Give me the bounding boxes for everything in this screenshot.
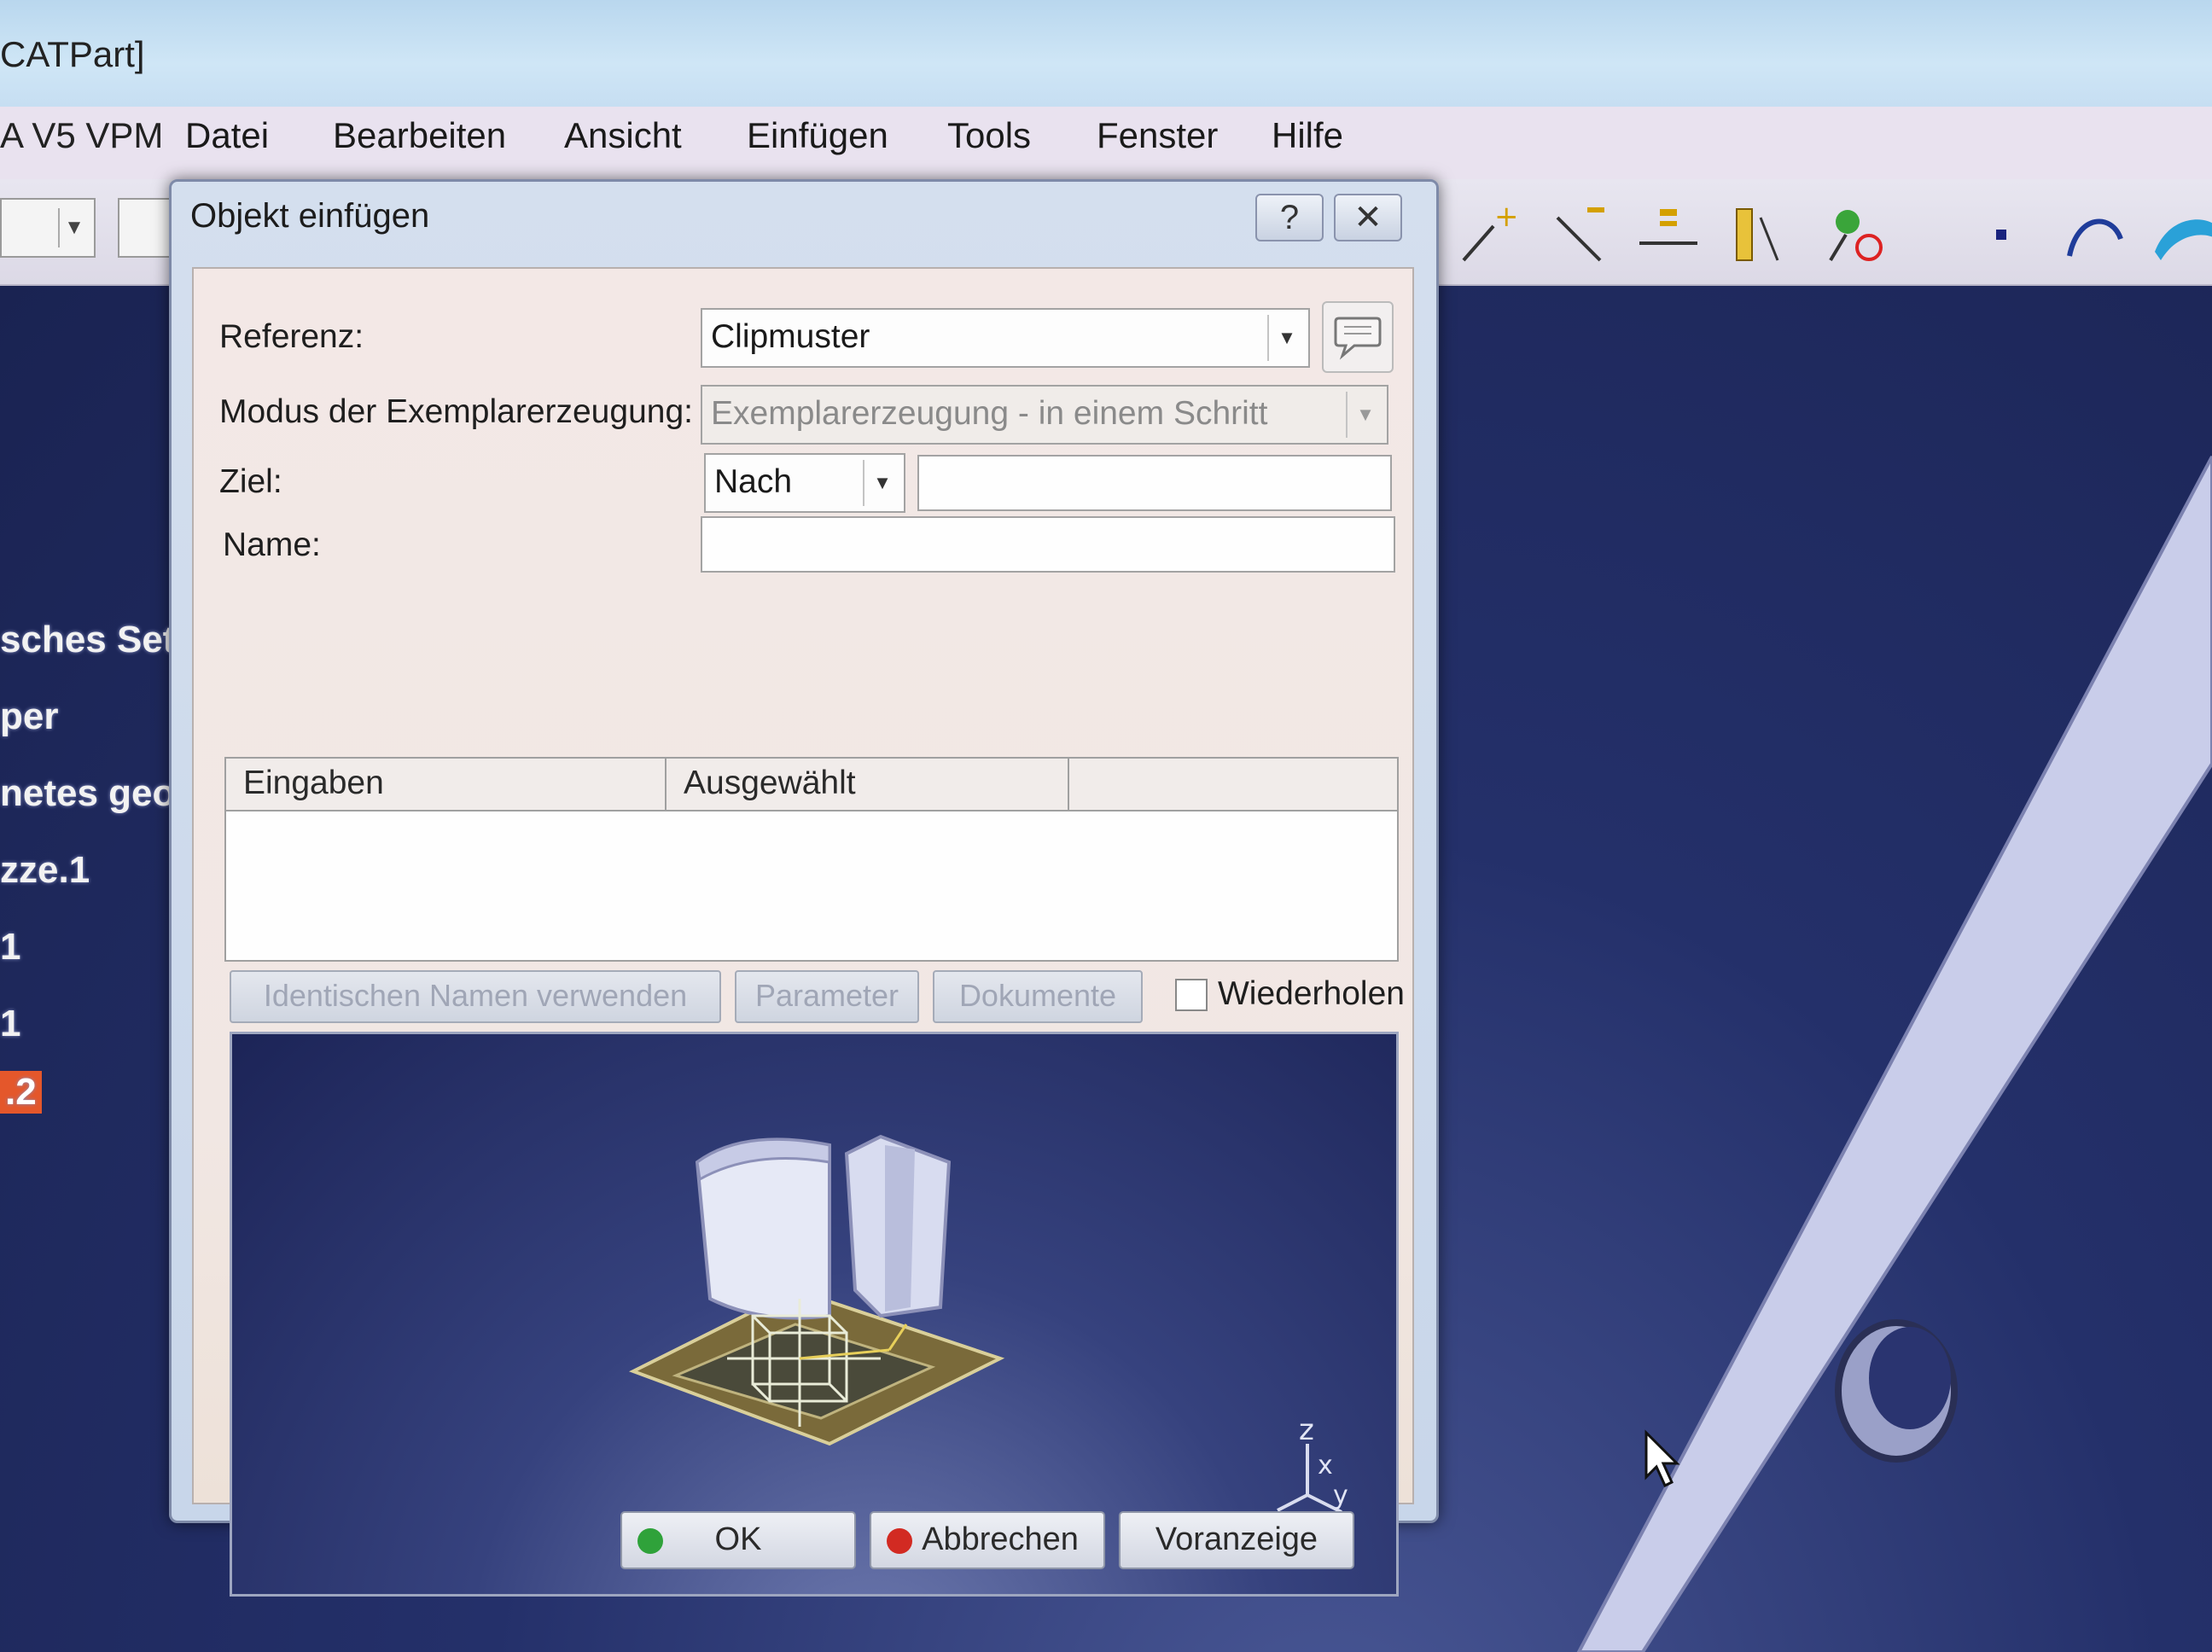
cancel-button[interactable]: Abbrechen — [870, 1511, 1105, 1569]
plane-tool-icon[interactable] — [1630, 196, 1707, 273]
axis-z-label: z — [1299, 1413, 1314, 1447]
close-button[interactable]: ✕ — [1334, 194, 1402, 241]
tree-item-1b[interactable]: 1 — [0, 1003, 20, 1045]
chevron-down-icon: ▼ — [863, 460, 900, 506]
dialog-title: Objekt einfügen — [190, 197, 430, 235]
ziel-value: Nach — [714, 463, 793, 500]
toolbar-combo[interactable]: ▼ — [0, 198, 96, 258]
chevron-down-icon: ▼ — [1346, 392, 1383, 438]
dialog-body: Referenz: Clipmuster ▼ Modus der Exempla… — [192, 267, 1414, 1597]
dot-tool-icon[interactable] — [1963, 196, 2040, 273]
referenz-value: Clipmuster — [711, 318, 870, 355]
surface-tool-icon[interactable] — [2146, 196, 2212, 273]
sketch-tool-icon[interactable] — [1818, 196, 1895, 273]
referenz-select[interactable]: Clipmuster ▼ — [701, 308, 1310, 368]
modus-select[interactable]: Exemplarerzeugung - in einem Schritt ▼ — [701, 385, 1388, 445]
menu-bearbeiten[interactable]: Bearbeiten — [333, 115, 506, 156]
window-title: CATPart] — [0, 34, 145, 74]
inputs-table[interactable]: Eingaben Ausgewählt — [224, 757, 1399, 962]
chevron-down-icon: ▼ — [58, 208, 89, 247]
repeat-checkbox[interactable] — [1175, 979, 1208, 1011]
menu-einfuegen[interactable]: Einfügen — [747, 115, 888, 156]
menu-hilfe[interactable]: Hilfe — [1272, 115, 1343, 156]
tree-item-body[interactable]: per — [0, 695, 58, 738]
tree-item-geometry[interactable]: netes geor — [0, 772, 190, 815]
curve-tool-icon[interactable] — [2057, 196, 2133, 273]
chevron-down-icon: ▼ — [1267, 315, 1305, 361]
ok-button[interactable]: OK — [620, 1511, 856, 1569]
ziel-label: Ziel: — [219, 463, 282, 500]
preview-button[interactable]: Voranzeige — [1119, 1511, 1354, 1569]
mouse-cursor-icon — [1644, 1429, 1680, 1488]
modus-label: Modus der Exemplarerzeugung: — [219, 393, 693, 430]
table-header-eingaben[interactable]: Eingaben — [226, 759, 667, 811]
cancel-button-label: Abbrechen — [922, 1521, 1079, 1557]
insert-object-dialog: Objekt einfügen ? ✕ Referenz: Clipmuster… — [169, 179, 1439, 1597]
referenz-label: Referenz: — [219, 318, 364, 355]
menu-fenster[interactable]: Fenster — [1097, 115, 1218, 156]
name-label: Name: — [223, 526, 321, 563]
menu-bar: A V5 VPM Datei Bearbeiten Ansicht Einfüg… — [0, 107, 2212, 179]
green-status-icon — [637, 1528, 663, 1554]
identical-names-button[interactable]: Identischen Namen verwenden — [230, 970, 721, 1023]
table-header-ausgewaehlt[interactable]: Ausgewählt — [667, 759, 1069, 811]
menu-app-name[interactable]: A V5 VPM — [0, 115, 163, 156]
menu-tools[interactable]: Tools — [947, 115, 1031, 156]
svg-text:+: + — [1494, 201, 1519, 234]
speech-bubble-icon — [1334, 317, 1382, 360]
table-header-empty[interactable] — [1069, 759, 1397, 811]
tree-item-selected[interactable]: .2 — [0, 1071, 42, 1114]
name-field[interactable] — [701, 516, 1395, 573]
ziel-textbox[interactable] — [917, 455, 1392, 511]
speech-bubble-button[interactable] — [1322, 301, 1394, 373]
menu-ansicht[interactable]: Ansicht — [564, 115, 682, 156]
tree-item-sketch[interactable]: zze.1 — [0, 849, 90, 892]
axis-y-label: y — [1333, 1480, 1348, 1510]
help-button[interactable]: ? — [1255, 194, 1324, 241]
parameter-button[interactable]: Parameter — [735, 970, 919, 1023]
ok-button-label: OK — [714, 1521, 762, 1557]
red-status-icon — [887, 1528, 912, 1554]
tree-item-1a[interactable]: 1 — [0, 926, 20, 969]
axis-x-label: x — [1318, 1451, 1333, 1480]
measure-tool-icon[interactable] — [1715, 196, 1792, 273]
ziel-select[interactable]: Nach ▼ — [704, 453, 905, 513]
dokumente-button[interactable]: Dokumente — [933, 970, 1143, 1023]
line-tool-icon[interactable] — [1545, 196, 1621, 273]
point-tool-icon[interactable]: + — [1451, 196, 1528, 273]
modus-value: Exemplarerzeugung - in einem Schritt — [711, 395, 1268, 432]
window-titlebar: CATPart] — [0, 0, 2212, 107]
menu-datei[interactable]: Datei — [185, 115, 269, 156]
repeat-label: Wiederholen — [1218, 975, 1405, 1012]
